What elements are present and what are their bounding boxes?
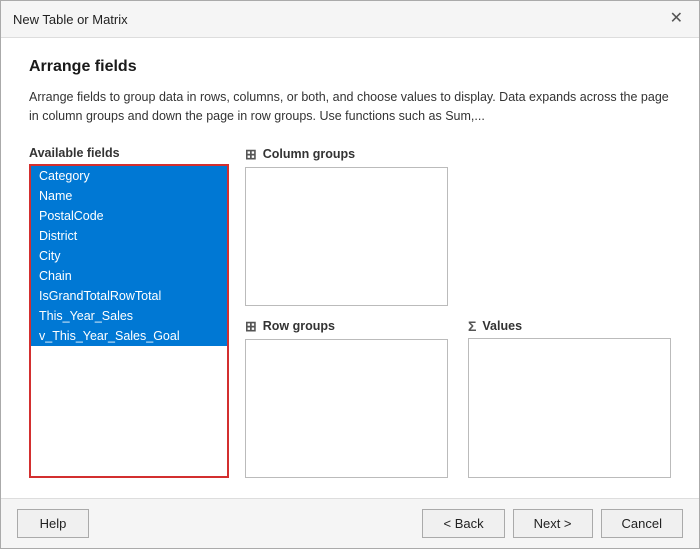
available-fields-box[interactable]: CategoryNamePostalCodeDistrictCityChainI… xyxy=(29,164,229,479)
list-item[interactable]: PostalCode xyxy=(31,206,227,226)
right-panel: ⊞ Column groups ⊞ Row groups xyxy=(245,146,671,479)
values-icon: Σ xyxy=(468,318,476,334)
nav-buttons: < Back Next > Cancel xyxy=(422,509,683,538)
title-bar: New Table or Matrix ✕ xyxy=(1,1,699,38)
close-button[interactable]: ✕ xyxy=(666,9,687,29)
row-groups-label: ⊞ Row groups xyxy=(245,318,448,335)
list-item[interactable]: Name xyxy=(31,186,227,206)
list-item[interactable]: IsGrandTotalRowTotal xyxy=(31,286,227,306)
available-fields-label: Available fields xyxy=(29,146,229,160)
list-item[interactable]: Chain xyxy=(31,266,227,286)
next-button[interactable]: Next > xyxy=(513,509,593,538)
list-item[interactable]: City xyxy=(31,246,227,266)
column-groups-label: ⊞ Column groups xyxy=(245,146,448,163)
page-title: Arrange fields xyxy=(29,58,671,76)
row-groups-icon: ⊞ xyxy=(245,318,257,335)
back-button[interactable]: < Back xyxy=(422,509,504,538)
column-groups-icon: ⊞ xyxy=(245,146,257,163)
dialog-title: New Table or Matrix xyxy=(13,12,128,27)
list-item[interactable]: Category xyxy=(31,166,227,186)
dialog: New Table or Matrix ✕ Arrange fields Arr… xyxy=(0,0,700,549)
column-groups-box[interactable] xyxy=(245,167,448,306)
list-item[interactable]: This_Year_Sales xyxy=(31,306,227,326)
top-right-spacer xyxy=(468,146,671,306)
bottom-bar: Help < Back Next > Cancel xyxy=(1,498,699,548)
cancel-button[interactable]: Cancel xyxy=(601,509,683,538)
row-groups-section: ⊞ Row groups xyxy=(245,318,448,478)
main-content: Arrange fields Arrange fields to group d… xyxy=(1,38,699,498)
page-description: Arrange fields to group data in rows, co… xyxy=(29,88,671,126)
list-item[interactable]: District xyxy=(31,226,227,246)
values-label: Σ Values xyxy=(468,318,671,334)
help-button[interactable]: Help xyxy=(17,509,89,538)
column-groups-section: ⊞ Column groups xyxy=(245,146,448,306)
row-groups-box[interactable] xyxy=(245,339,448,478)
fields-area: Available fields CategoryNamePostalCodeD… xyxy=(29,146,671,479)
left-panel: Available fields CategoryNamePostalCodeD… xyxy=(29,146,229,479)
values-section: Σ Values xyxy=(468,318,671,478)
list-item[interactable]: v_This_Year_Sales_Goal xyxy=(31,326,227,346)
values-box[interactable] xyxy=(468,338,671,478)
